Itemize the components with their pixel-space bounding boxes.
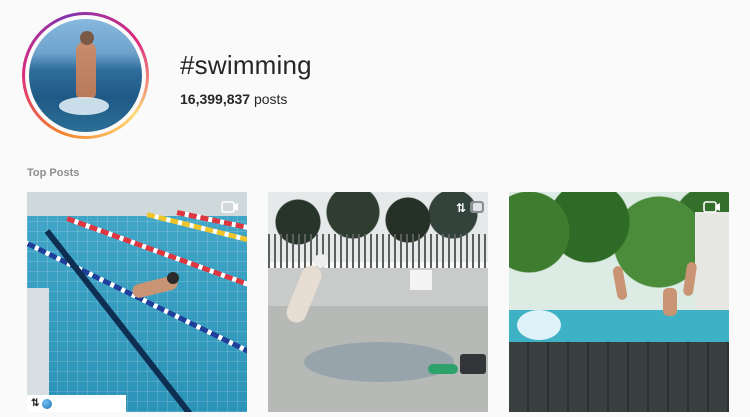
pool-deck bbox=[27, 192, 247, 216]
top-posts-label: Top Posts bbox=[27, 167, 80, 179]
post-count-label: posts bbox=[253, 91, 288, 107]
multi-photo-icon: ⇅ bbox=[456, 200, 486, 214]
video-icon bbox=[703, 200, 721, 214]
building bbox=[695, 212, 729, 312]
hashtag-avatar-ring[interactable] bbox=[22, 12, 149, 139]
globe-icon bbox=[42, 398, 53, 409]
avatar-splash bbox=[59, 97, 109, 115]
stone-wall bbox=[509, 342, 729, 412]
video-icon bbox=[221, 200, 239, 214]
fence bbox=[268, 234, 488, 268]
diver-head bbox=[314, 254, 328, 268]
avatar-person bbox=[76, 41, 96, 99]
jumper-3 bbox=[663, 288, 677, 316]
post-tile-3[interactable] bbox=[509, 192, 729, 412]
avatar-person-head bbox=[80, 31, 94, 45]
water-splash bbox=[517, 310, 561, 340]
pool-side bbox=[27, 288, 49, 412]
puddle bbox=[304, 342, 454, 382]
post-count-number: 16,399,837 bbox=[180, 91, 251, 107]
post-tile-1[interactable]: ⇅ bbox=[27, 192, 247, 412]
svg-text:⇅: ⇅ bbox=[456, 201, 466, 214]
post-count: 16,399,837 posts bbox=[180, 91, 287, 107]
attribution-strip: ⇅ bbox=[27, 395, 126, 412]
hashtag-avatar bbox=[29, 19, 142, 132]
repost-icon: ⇅ bbox=[31, 398, 40, 409]
post-tile-2[interactable]: ⇅ bbox=[268, 192, 488, 412]
hashtag-title: #swimming bbox=[180, 50, 312, 80]
towel bbox=[410, 270, 432, 290]
pool-float bbox=[428, 364, 458, 374]
swimmer-cap bbox=[167, 272, 179, 284]
bag bbox=[460, 354, 486, 374]
pool-image bbox=[27, 192, 247, 412]
